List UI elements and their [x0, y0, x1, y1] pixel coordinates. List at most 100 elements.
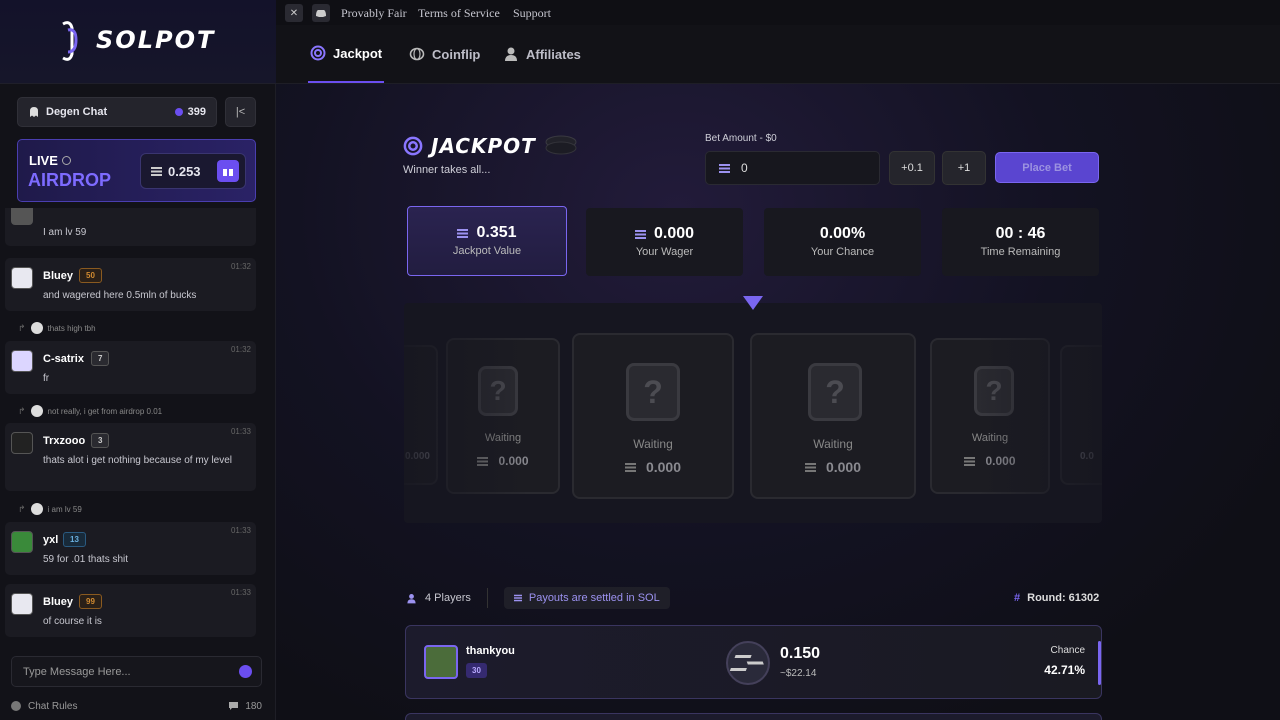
sol-logo-icon	[729, 655, 764, 671]
your-chance-value: 0.00%	[819, 225, 866, 242]
level-badge: 3	[91, 433, 110, 448]
airdrop-live: LIVE	[29, 153, 71, 168]
online-count: 399	[174, 106, 206, 118]
reply-preview[interactable]: ↱ i am lv 59	[18, 503, 82, 515]
reel-card: ? Waiting 0.000	[446, 338, 560, 494]
collapse-icon: |<	[235, 106, 246, 118]
top-bar: ✕ Provably Fair Terms of Service Support	[276, 0, 1280, 25]
stat-your-wager: 0.000 Your Wager	[586, 208, 743, 276]
player-avatar[interactable]	[424, 645, 458, 679]
message-author[interactable]: Trxzooo	[43, 435, 85, 447]
add-1-button[interactable]: +1	[942, 151, 986, 185]
brand-name[interactable]: SOLPOT	[96, 26, 215, 54]
place-bet-button[interactable]: Place Bet	[995, 152, 1099, 183]
stat-label: Time Remaining	[980, 246, 1061, 258]
support-link[interactable]: Support	[513, 6, 551, 21]
coin-icon	[409, 47, 425, 61]
divider	[486, 588, 488, 608]
chance-bar	[1098, 641, 1101, 685]
tab-coinflip-label: Coinflip	[432, 46, 481, 62]
chat-footer: Chat Rules 180	[11, 698, 262, 714]
avatar[interactable]	[11, 350, 33, 372]
question-icon: ?	[808, 363, 862, 421]
app-root: SOLPOT Degen Chat 399 |< LIVE AIRDROP 0.…	[0, 0, 1280, 720]
target-icon	[310, 45, 326, 61]
reel-card: ? Waiting 0.000	[750, 333, 916, 499]
sol-icon	[457, 228, 469, 238]
tab-coinflip[interactable]: Coinflip	[409, 25, 480, 83]
message-author[interactable]: C-satrix	[43, 353, 84, 365]
airdrop-amount-box: 0.253	[140, 153, 246, 189]
reel-card: ? Waiting 0.000	[930, 338, 1050, 494]
info-icon[interactable]	[61, 156, 71, 165]
round-number: Round: 61302	[1027, 592, 1100, 604]
add-0.1-button[interactable]: +0.1	[889, 151, 935, 185]
tab-affiliates[interactable]: Affiliates	[503, 25, 581, 83]
message-time: 01:33	[230, 427, 251, 436]
stat-time-remaining: 00 : 46 Time Remaining	[942, 208, 1099, 276]
provably-fair-link[interactable]: Provably Fair	[341, 6, 407, 21]
reply-text: thats high tbh	[47, 323, 96, 333]
message-text: thats alot i get nothing because of my l…	[43, 455, 233, 466]
stat-label: Your Chance	[810, 246, 875, 258]
level-badge: 50	[79, 268, 102, 283]
sol-icon	[513, 594, 522, 602]
x-twitter-icon[interactable]: ✕	[285, 4, 303, 22]
player-name[interactable]: thankyou	[466, 645, 515, 657]
coin-stack-icon	[545, 135, 577, 155]
time-remaining-value: 00 : 46	[995, 225, 1046, 242]
reply-avatar	[30, 405, 43, 417]
player-entry[interactable]: thankyou 30 0.150 ~$22.14 Chance 42.71%	[405, 625, 1102, 699]
message-time: 01:32	[230, 262, 251, 271]
chat-message: C-satrix 7 01:32 fr	[5, 341, 256, 394]
bet-amount-value: 0	[741, 161, 748, 175]
tab-jackpot[interactable]: Jackpot	[308, 25, 385, 83]
jackpot-subtitle: Winner takes all...	[403, 164, 491, 176]
message-text: of course it is	[43, 616, 102, 627]
reel-card-partial: 0.000	[404, 345, 438, 485]
gift-icon[interactable]	[217, 160, 239, 182]
message-text: 59 for .01 thats shit	[43, 554, 129, 565]
collapse-chat-button[interactable]: |<	[225, 97, 256, 127]
avatar[interactable]	[11, 432, 33, 454]
user-icon	[505, 47, 517, 61]
info-icon	[11, 701, 21, 711]
card-status: Waiting	[813, 437, 853, 451]
level-badge: 99	[79, 594, 102, 609]
jackpot-value: 0.351	[476, 224, 517, 241]
stat-value: 0.000	[586, 225, 743, 243]
stat-value: 0.351	[408, 224, 566, 242]
emoji-icon[interactable]	[239, 665, 252, 678]
message-text: and wagered here 0.5mln of bucks	[43, 290, 197, 301]
player-entry-partial[interactable]	[405, 713, 1102, 720]
discord-icon[interactable]	[312, 4, 330, 22]
chat-rules-link[interactable]: Chat Rules	[28, 701, 77, 712]
terms-link[interactable]: Terms of Service	[418, 6, 500, 21]
message-author[interactable]: Bluey	[43, 596, 73, 608]
reply-arrow-icon: ↱	[18, 503, 26, 514]
message-count-value: 180	[245, 700, 262, 712]
message-author[interactable]: yxl	[43, 534, 58, 546]
avatar[interactable]	[11, 267, 33, 289]
card-amount: 0.000	[752, 459, 914, 475]
reply-preview[interactable]: ↱ thats high tbh	[18, 322, 96, 334]
message-time: 01:33	[230, 526, 251, 535]
message-author[interactable]: Bluey	[43, 270, 73, 282]
reply-text: i am lv 59	[47, 504, 82, 514]
chat-header[interactable]: Degen Chat 399	[17, 97, 217, 127]
card-amount-value: 0.000	[825, 459, 862, 475]
message-time: 01:33	[230, 588, 251, 597]
solpot-logo-icon	[62, 21, 78, 61]
card-amount-value: 0.000	[985, 454, 1016, 468]
main-nav: Jackpot Coinflip Affiliates	[276, 25, 1280, 84]
chat-bubble-icon	[229, 702, 239, 710]
avatar[interactable]	[11, 593, 33, 615]
bet-amount-input[interactable]: 0	[705, 151, 880, 185]
level-badge: 13	[63, 532, 86, 547]
reel-pointer-icon	[743, 296, 763, 310]
avatar[interactable]	[11, 531, 33, 553]
reply-preview[interactable]: ↱ not really, i get from airdrop 0.01	[18, 405, 162, 417]
message-text: I am lv 59	[43, 227, 87, 238]
chat-input-placeholder: Type Message Here...	[23, 666, 131, 678]
chat-message-input[interactable]: Type Message Here...	[11, 656, 262, 687]
